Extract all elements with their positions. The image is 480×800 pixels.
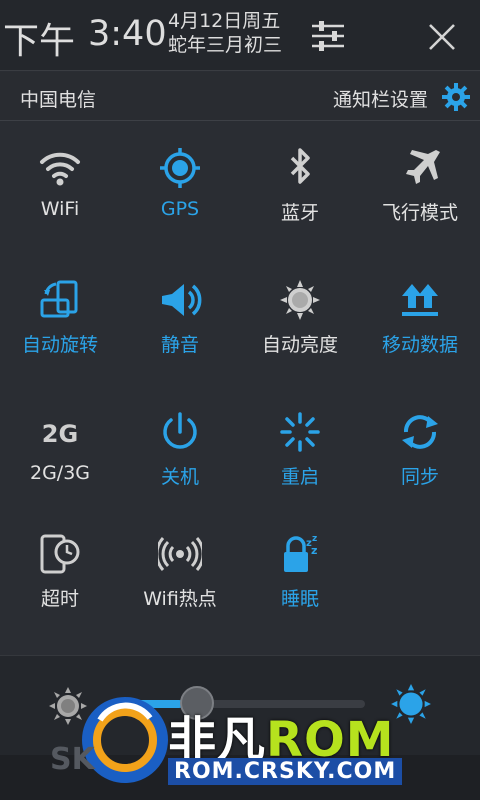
svg-text:z: z xyxy=(312,534,317,544)
tile-reboot[interactable]: 重启 xyxy=(240,392,360,512)
tile-sync[interactable]: 同步 xyxy=(360,392,480,512)
watermark-site: ROM.CRSKY.COM xyxy=(168,758,403,785)
hotspot-icon xyxy=(158,537,202,571)
tile-mobile-data[interactable]: 移动数据 xyxy=(360,260,480,380)
reboot-icon xyxy=(280,412,320,452)
tile-label: 移动数据 xyxy=(381,334,458,356)
tile-gps[interactable]: GPS xyxy=(120,128,240,248)
tile-label: 自动旋转 xyxy=(21,334,98,356)
brightness-icon xyxy=(280,280,320,320)
airplane-icon xyxy=(406,150,440,184)
svg-text:2G: 2G xyxy=(42,420,78,448)
tile-label: 同步 xyxy=(400,466,439,488)
date-line-lunar: 蛇年三月初三 xyxy=(168,34,283,56)
time-ampm: 下午 xyxy=(3,21,76,62)
network-2g-icon: 2G xyxy=(42,420,78,448)
date-line-gregorian: 4月12日周五 xyxy=(168,10,281,32)
tile-auto-brightness[interactable]: 自动亮度 xyxy=(240,260,360,380)
watermark-sk: SK xyxy=(50,742,95,777)
carrier-name: 中国电信 xyxy=(20,89,97,111)
carrier-row: 中国电信 通知栏设置 xyxy=(0,72,480,121)
sync-icon xyxy=(402,415,438,449)
tile-label: 飞行模式 xyxy=(381,202,458,224)
tile-2g3g[interactable]: 2G 2G/3G xyxy=(0,392,120,512)
gear-icon[interactable] xyxy=(441,82,471,112)
tile-label: 2G/3G xyxy=(29,462,91,484)
tile-label: WiFi xyxy=(40,198,80,220)
tile-label: 蓝牙 xyxy=(280,202,319,224)
speaker-icon xyxy=(162,284,202,316)
tile-label: 睡眠 xyxy=(280,588,319,610)
tile-label: 自动亮度 xyxy=(261,334,338,356)
tile-power-off[interactable]: 关机 xyxy=(120,392,240,512)
tile-label: 超时 xyxy=(40,588,79,610)
rotate-icon xyxy=(40,280,78,318)
tile-label: 重启 xyxy=(280,466,319,488)
notification-settings-link[interactable]: 通知栏设置 xyxy=(333,85,428,112)
tile-label: 关机 xyxy=(160,466,199,488)
power-icon xyxy=(163,412,197,449)
tile-sleep[interactable]: z z z 睡眠 xyxy=(240,514,360,634)
tile-hotspot[interactable]: Wifi热点 xyxy=(120,514,240,634)
tile-wifi[interactable]: WiFi xyxy=(0,128,120,248)
tile-label: 静音 xyxy=(160,334,199,356)
timeout-icon xyxy=(40,534,80,574)
tile-label: Wifi热点 xyxy=(143,588,217,610)
close-icon[interactable] xyxy=(425,21,459,53)
tile-auto-rotate[interactable]: 自动旋转 xyxy=(0,260,120,380)
wifi-icon xyxy=(40,152,80,186)
bluetooth-icon xyxy=(290,148,310,184)
date-display: 4月12日周五 蛇年三月初三 xyxy=(168,9,282,57)
tile-bluetooth[interactable]: 蓝牙 xyxy=(240,128,360,248)
time-display: 3:40 xyxy=(88,14,167,54)
gps-icon xyxy=(160,148,200,188)
sliders-settings-icon[interactable] xyxy=(310,20,346,52)
sleep-icon: z z z xyxy=(284,534,317,572)
tile-label: GPS xyxy=(160,198,200,220)
tile-mute[interactable]: 静音 xyxy=(120,260,240,380)
mobile-data-icon xyxy=(402,284,438,316)
tile-airplane[interactable]: 飞行模式 xyxy=(360,128,480,248)
tile-timeout[interactable]: 超时 xyxy=(0,514,120,634)
svg-text:z: z xyxy=(311,544,317,557)
status-header: 下午 3:40 4月12日周五 蛇年三月初三 xyxy=(0,0,480,71)
